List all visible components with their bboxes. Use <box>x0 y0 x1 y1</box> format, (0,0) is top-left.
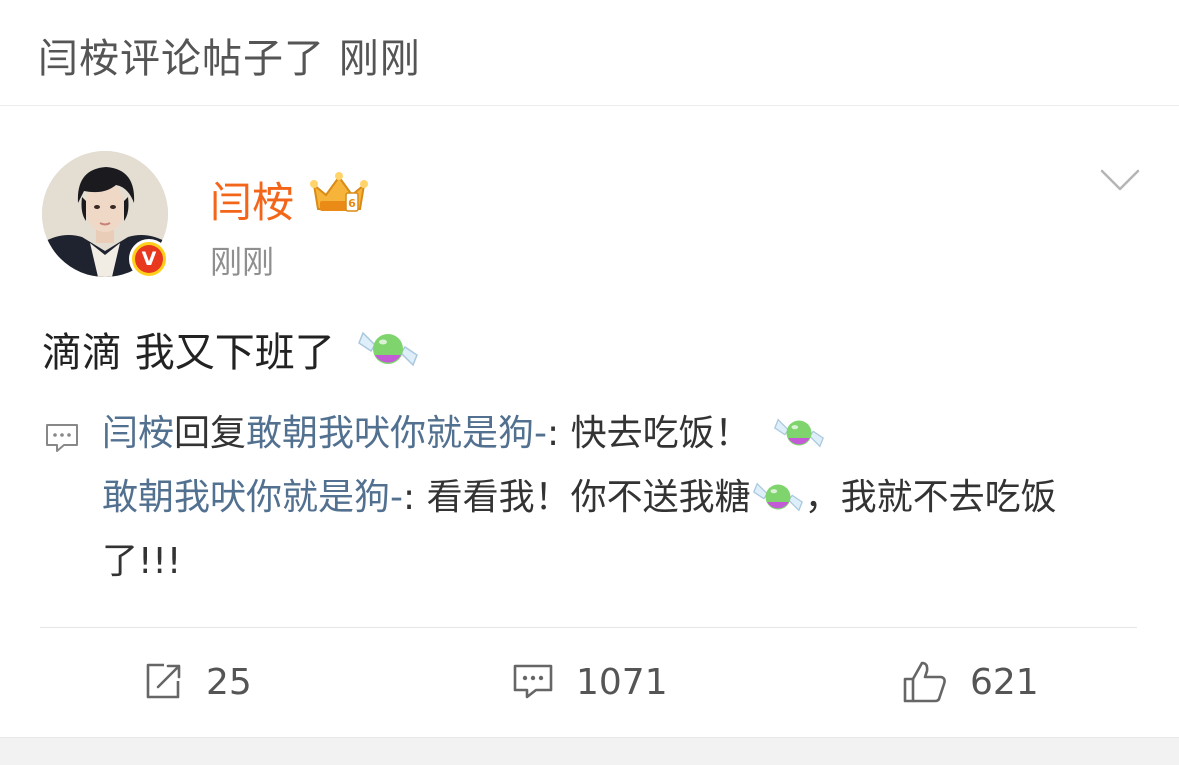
comment-button[interactable]: 1071 <box>512 657 668 707</box>
vip-crown-icon[interactable]: 6 <box>310 171 368 215</box>
like-button[interactable]: 621 <box>902 657 1039 707</box>
post-text: 滴滴 我又下班了 <box>42 320 419 378</box>
verified-badge: V <box>129 239 169 279</box>
comment-icon <box>513 664 553 699</box>
repost-icon <box>146 663 181 699</box>
reply-content[interactable]: 闫桉回复敢朝我吠你就是狗-: 快去吃饭！ 敢朝我吠你就是狗-: 看看我！你不送我… <box>102 402 1132 594</box>
candy-emoji-icon <box>357 331 418 367</box>
svg-text:6: 6 <box>348 197 356 210</box>
chevron-down-icon[interactable] <box>1100 167 1140 193</box>
notification-title: 闫桉评论帖子了 刚刚 <box>38 36 421 82</box>
post-time: 刚刚 <box>210 243 275 281</box>
repost-count: 25 <box>206 661 252 703</box>
candy-emoji-icon <box>752 482 803 512</box>
reply-verb: 回复 <box>174 413 247 454</box>
thumbs-up-icon <box>903 661 946 703</box>
quoted-message-part1: 看看我！你不送我糖 <box>426 477 751 518</box>
candy-emoji-icon <box>774 418 825 448</box>
reply-colon: : <box>547 413 571 454</box>
reply-target-link[interactable]: 敢朝我吠你就是狗- <box>246 413 547 454</box>
like-count: 621 <box>970 661 1039 703</box>
author-name[interactable]: 闫桉 <box>210 169 294 230</box>
quoted-colon: : <box>403 477 427 518</box>
repost-button[interactable]: 25 <box>142 657 252 707</box>
top-bar: 闫桉评论帖子了 刚刚 <box>0 0 1179 106</box>
divider <box>40 627 1137 628</box>
comment-icon <box>46 424 78 452</box>
reply-author-link[interactable]: 闫桉 <box>102 413 174 454</box>
post-text-content: 滴滴 我又下班了 <box>42 330 335 376</box>
quoted-user-link[interactable]: 敢朝我吠你就是狗- <box>102 477 403 518</box>
bottom-separator <box>0 737 1179 765</box>
reply-message: 快去吃饭！ <box>570 413 751 454</box>
post-card[interactable]: V 闫桉 6 刚刚 滴滴 我又下班了 闫桉回复敢朝我吠你就是狗-: 快去吃饭！ <box>0 107 1179 737</box>
comment-count: 1071 <box>576 661 668 703</box>
verified-v-icon: V <box>135 245 163 273</box>
